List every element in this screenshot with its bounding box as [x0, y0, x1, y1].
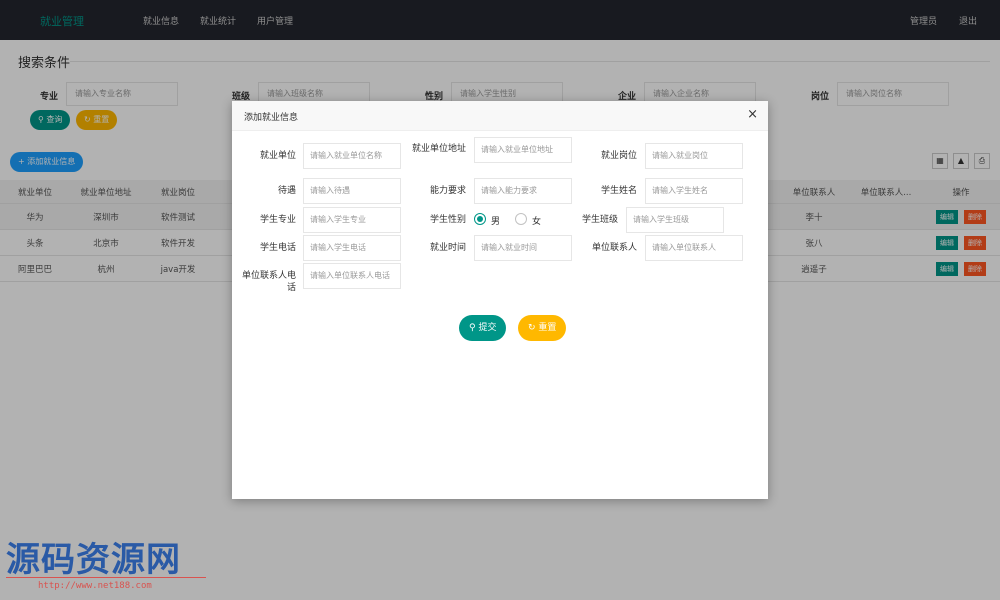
- field-label-major: 学生专业: [259, 215, 296, 225]
- form-reset-button[interactable]: ↻ 重置: [518, 315, 567, 341]
- field-input-contact[interactable]: 请输入单位联系人: [645, 235, 743, 261]
- field-input-class[interactable]: 请输入学生班级: [626, 207, 724, 233]
- field-input-student-phone[interactable]: 请输入学生电话: [303, 235, 401, 261]
- field-label-salary: 待遇: [277, 186, 296, 196]
- field-input-employment-date[interactable]: 请输入就业时间: [474, 235, 572, 261]
- close-icon[interactable]: ×: [747, 107, 758, 122]
- field-label-contact-phone: 单位联系人电话: [241, 271, 296, 293]
- field-label-class: 学生班级: [581, 215, 618, 225]
- field-label-company: 就业单位: [259, 151, 296, 161]
- watermark-underline: [6, 577, 206, 578]
- field-input-skills[interactable]: 请输入能力要求: [474, 178, 572, 204]
- field-label-employment-date: 就业时间: [429, 243, 466, 253]
- gender-radio-male[interactable]: [474, 213, 486, 225]
- gender-radio-female[interactable]: [515, 213, 527, 225]
- dialog-title: 添加就业信息: [244, 113, 299, 123]
- search-icon: ⚲: [469, 323, 476, 333]
- field-input-position[interactable]: 请输入就业岗位: [645, 143, 743, 169]
- form-reset-label: 重置: [538, 323, 557, 333]
- field-input-company[interactable]: 请输入就业单位名称: [303, 143, 401, 169]
- field-input-salary[interactable]: 请输入待遇: [303, 178, 401, 204]
- field-label-skills: 能力要求: [429, 186, 466, 196]
- field-label-student-name: 学生姓名: [600, 186, 637, 196]
- dialog-header: 添加就业信息 ×: [232, 101, 768, 131]
- field-label-student-phone: 学生电话: [259, 243, 296, 253]
- field-input-contact-phone[interactable]: 请输入单位联系人电话: [303, 263, 401, 289]
- field-input-student-name[interactable]: 请输入学生姓名: [645, 178, 743, 204]
- gender-male-label: 男: [491, 217, 501, 227]
- watermark-url: http://www.net188.com: [38, 581, 152, 591]
- watermark-logo: 源码资源网: [6, 540, 181, 580]
- field-label-contact: 单位联系人: [591, 243, 637, 253]
- refresh-icon: ↻: [528, 323, 536, 333]
- field-label-position: 就业岗位: [600, 151, 637, 161]
- add-employment-dialog: 添加就业信息 × 就业单位 请输入就业单位名称 就业单位地址 请输入就业单位地址…: [232, 101, 768, 499]
- field-input-address[interactable]: 请输入就业单位地址: [474, 137, 572, 163]
- field-input-major[interactable]: 请输入学生专业: [303, 207, 401, 233]
- field-label-gender: 学生性别: [429, 215, 466, 225]
- submit-button[interactable]: ⚲ 提交: [459, 315, 507, 341]
- gender-female-label: 女: [532, 217, 542, 227]
- submit-label: 提交: [478, 323, 497, 333]
- field-label-address: 就业单位地址: [411, 144, 466, 154]
